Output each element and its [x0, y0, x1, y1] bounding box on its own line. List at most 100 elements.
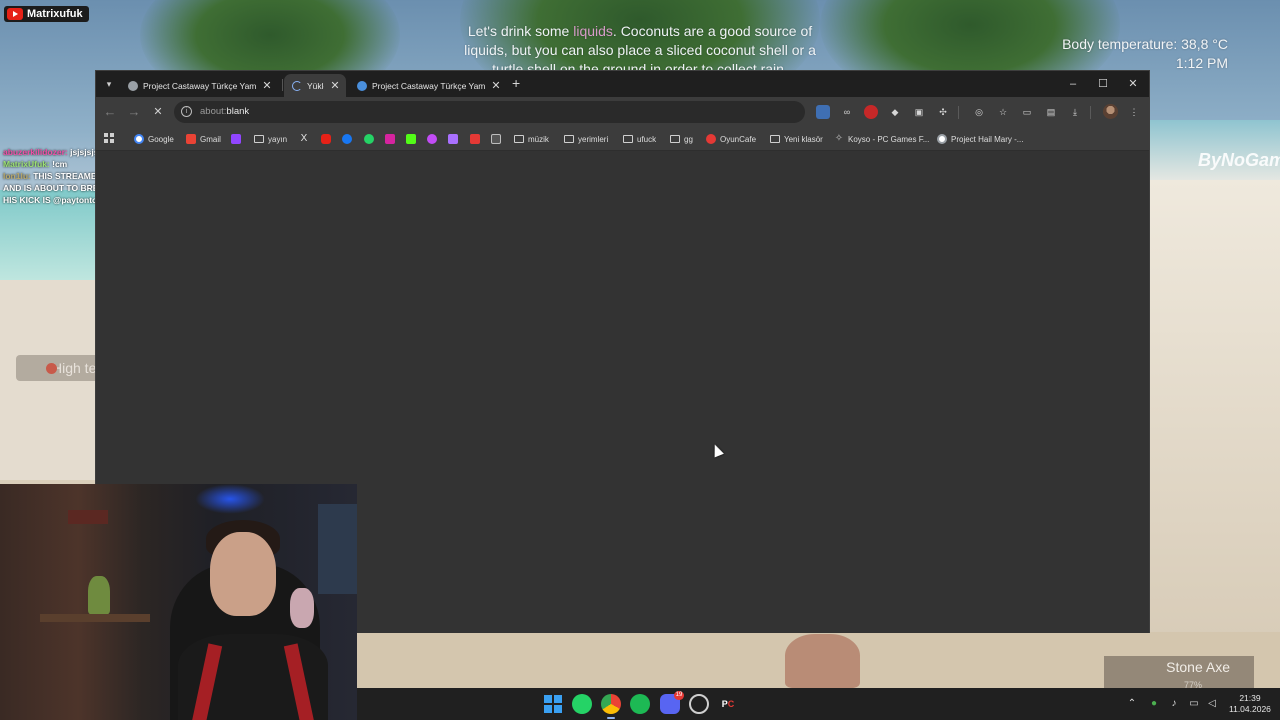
bookmark-folder-muzik[interactable]: müzik: [514, 132, 549, 146]
tab-groups-icon[interactable]: ▤: [1044, 105, 1058, 119]
toolbar-separator: [958, 106, 959, 119]
bookmark-folder-yeni-klasor[interactable]: Yeni klasör: [770, 132, 823, 146]
shield-icon[interactable]: ◆: [888, 105, 902, 119]
bookmark-star-icon[interactable]: ☆: [996, 105, 1010, 119]
chevron-up-icon[interactable]: ⌃: [1125, 697, 1139, 711]
bookmark-kick[interactable]: [406, 132, 416, 146]
apps-grid-icon[interactable]: [104, 133, 114, 143]
bookmark-folder-yerimleri[interactable]: yerimleri: [564, 132, 608, 146]
extension-icon[interactable]: [816, 105, 830, 119]
bookmark-koyso[interactable]: ✧ Koyso - PC Games F...: [834, 132, 930, 146]
bookmark-instagram[interactable]: [385, 132, 395, 146]
facebook-icon: [342, 134, 352, 144]
bookmark-twitch[interactable]: [231, 132, 241, 146]
clock-time: 21:39: [1239, 693, 1261, 703]
pc-app-icon[interactable]: PC: [718, 694, 738, 714]
system-clock[interactable]: 21:39 11.04.2026: [1229, 693, 1271, 715]
bookmark-label: Gmail: [200, 134, 221, 144]
browser-toolbar: ← → ✕ i about:blank ∞ ◆ ▣ ✣ ◎ ☆ ▭ ▤ ⤓ ⋮: [96, 97, 1149, 127]
maximize-button[interactable]: ☐: [1088, 71, 1118, 97]
google-icon: [134, 134, 144, 144]
lens-icon[interactable]: ◎: [972, 105, 986, 119]
youtube-icon: [7, 8, 23, 20]
bookmark-label: Project Hail Mary -...: [951, 134, 1024, 144]
back-arrow-icon[interactable]: ←: [102, 104, 118, 120]
youtube-icon: [321, 134, 331, 144]
bookmark-x[interactable]: X: [299, 132, 309, 146]
spotify-icon[interactable]: [630, 694, 650, 714]
microphone-icon[interactable]: ♪: [1167, 697, 1181, 711]
app-icon: [491, 134, 501, 144]
kick-icon: [406, 134, 416, 144]
bookmark-label: Google: [148, 134, 174, 144]
bookmark-oyuncafe[interactable]: OyunCafe: [706, 132, 756, 146]
discord-icon[interactable]: 19: [660, 691, 684, 714]
bookmark-label: Yeni klasör: [784, 134, 823, 144]
mouse-cursor-icon: [710, 442, 724, 458]
cast-icon[interactable]: ▭: [1020, 105, 1034, 119]
bookmark-folder-yayin[interactable]: yayın: [254, 132, 287, 146]
extension-icon[interactable]: ▣: [912, 105, 926, 119]
close-tab-icon[interactable]: ✕: [261, 79, 273, 92]
extension-glasses-icon[interactable]: ∞: [840, 105, 854, 119]
close-tab-icon[interactable]: ✕: [329, 79, 341, 92]
minimize-button[interactable]: –: [1058, 71, 1088, 97]
bookmark-app[interactable]: [470, 132, 480, 146]
bookmark-gmail[interactable]: Gmail: [186, 132, 221, 146]
bookmark-folder-ufuck[interactable]: ufuck: [623, 132, 656, 146]
tab-project-castaway-1[interactable]: Project Castaway Türkçe Yama | ✕: [120, 74, 278, 97]
bookmark-youtube[interactable]: [321, 132, 331, 146]
wall-poster: [318, 504, 357, 594]
menu-kebab-icon[interactable]: ⋮: [1127, 105, 1141, 119]
new-tab-button[interactable]: +: [512, 76, 520, 90]
bookmark-folder-gg[interactable]: gg: [670, 132, 693, 146]
bookmark-facebook[interactable]: [342, 132, 352, 146]
tab-strip: ▾ Project Castaway Türkçe Yama | ✕ Yükle…: [96, 71, 1149, 97]
chrome-icon[interactable]: [601, 694, 621, 719]
streamer-face: [210, 532, 276, 616]
close-window-button[interactable]: ✕: [1118, 71, 1148, 97]
tray-app-icon[interactable]: ●: [1147, 697, 1161, 711]
bookmark-google[interactable]: Google: [134, 132, 174, 146]
whatsapp-icon: [364, 134, 374, 144]
tab-label: Yükler: [307, 80, 324, 91]
bookmarks-bar: Google Gmail yayın X müzik yerimleri ufu…: [96, 127, 1149, 151]
network-icon[interactable]: ▭: [1187, 697, 1201, 711]
volume-icon[interactable]: ◁: [1205, 697, 1219, 711]
oyuncafe-icon: [706, 134, 716, 144]
bookmark-app[interactable]: [427, 132, 437, 146]
warning-icon: [46, 363, 57, 374]
tab-project-castaway-2[interactable]: Project Castaway Türkçe Yama - ✕: [349, 74, 507, 97]
twitch-icon: [231, 134, 241, 144]
profile-avatar[interactable]: [1103, 104, 1118, 119]
google-icon: [937, 134, 947, 144]
site-info-icon[interactable]: i: [181, 106, 192, 117]
neon-light: [195, 484, 265, 514]
forward-arrow-icon[interactable]: →: [126, 104, 142, 120]
tip-text: Let's drink some: [467, 23, 574, 39]
download-icon[interactable]: ⤓: [1068, 105, 1082, 119]
tab-label: Project Castaway Türkçe Yama -: [372, 80, 485, 91]
bookmark-whatsapp[interactable]: [364, 132, 374, 146]
tab-search-icon[interactable]: ▾: [101, 76, 117, 92]
toolbar-separator: [1090, 106, 1091, 119]
bookmark-twitch[interactable]: [448, 132, 458, 146]
adblock-icon[interactable]: [864, 105, 878, 119]
close-tab-icon[interactable]: ✕: [490, 79, 502, 92]
sand: [1150, 180, 1280, 640]
windows-start-icon[interactable]: [543, 694, 563, 714]
shelf: [40, 614, 150, 622]
folder-icon: [670, 135, 680, 143]
bookmark-app[interactable]: [491, 132, 501, 146]
stop-loading-icon[interactable]: ✕: [150, 104, 166, 120]
address-bar[interactable]: i about:blank: [174, 101, 805, 123]
steam-icon[interactable]: [689, 694, 709, 714]
puzzle-icon[interactable]: ✣: [936, 105, 950, 119]
tab-downloads[interactable]: Yükler ✕: [284, 74, 346, 97]
bookmark-project-hail-mary[interactable]: Project Hail Mary -...: [937, 132, 1023, 146]
whatsapp-icon[interactable]: [572, 694, 592, 714]
cactus-figure: [88, 576, 110, 614]
tab-separator: [282, 79, 283, 91]
bookmark-label: OyunCafe: [720, 134, 757, 144]
gmail-icon: [186, 134, 196, 144]
